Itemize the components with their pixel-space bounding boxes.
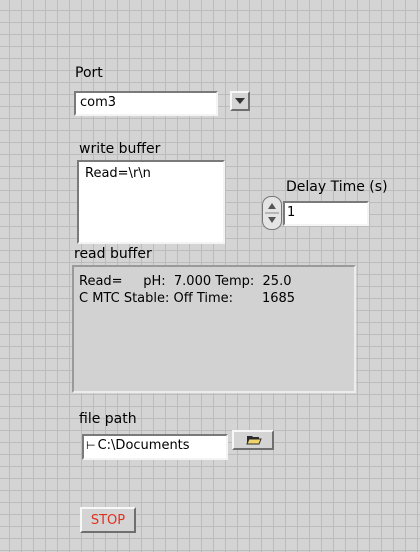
write-buffer-textarea[interactable]: Read=\r\n [77, 160, 225, 244]
delay-time-value: 1 [287, 205, 296, 220]
file-path-label: file path [79, 411, 137, 427]
port-value: com3 [80, 95, 117, 110]
read-buffer-display: Read= pH: 7.000 Temp: 25.0 C MTC Stable:… [72, 265, 356, 393]
up-down-spinner-icon [265, 203, 279, 223]
port-dropdown-button[interactable] [230, 91, 250, 111]
folder-open-icon [246, 436, 262, 445]
file-path-browse-button[interactable] [232, 430, 274, 450]
file-path-input[interactable]: ⊢ C:\Documents [82, 434, 228, 460]
delay-time-input[interactable]: 1 [283, 201, 369, 226]
stop-button[interactable]: STOP [80, 507, 136, 533]
file-path-value: C:\Documents [97, 438, 190, 453]
port-select[interactable]: com3 [74, 91, 218, 116]
dropdown-arrow-icon [235, 98, 245, 104]
write-buffer-label: write buffer [79, 141, 161, 157]
read-buffer-line-2: C MTC Stable: Off Time: 1685 [79, 291, 296, 306]
delay-time-label: Delay Time (s) [286, 179, 388, 195]
write-buffer-value: Read=\r\n [85, 166, 151, 181]
port-label: Port [75, 65, 103, 81]
stop-button-label: STOP [90, 512, 126, 528]
path-icon: ⊢ [86, 439, 96, 452]
delay-time-spinner[interactable] [262, 196, 282, 230]
read-buffer-label: read buffer [74, 246, 152, 262]
